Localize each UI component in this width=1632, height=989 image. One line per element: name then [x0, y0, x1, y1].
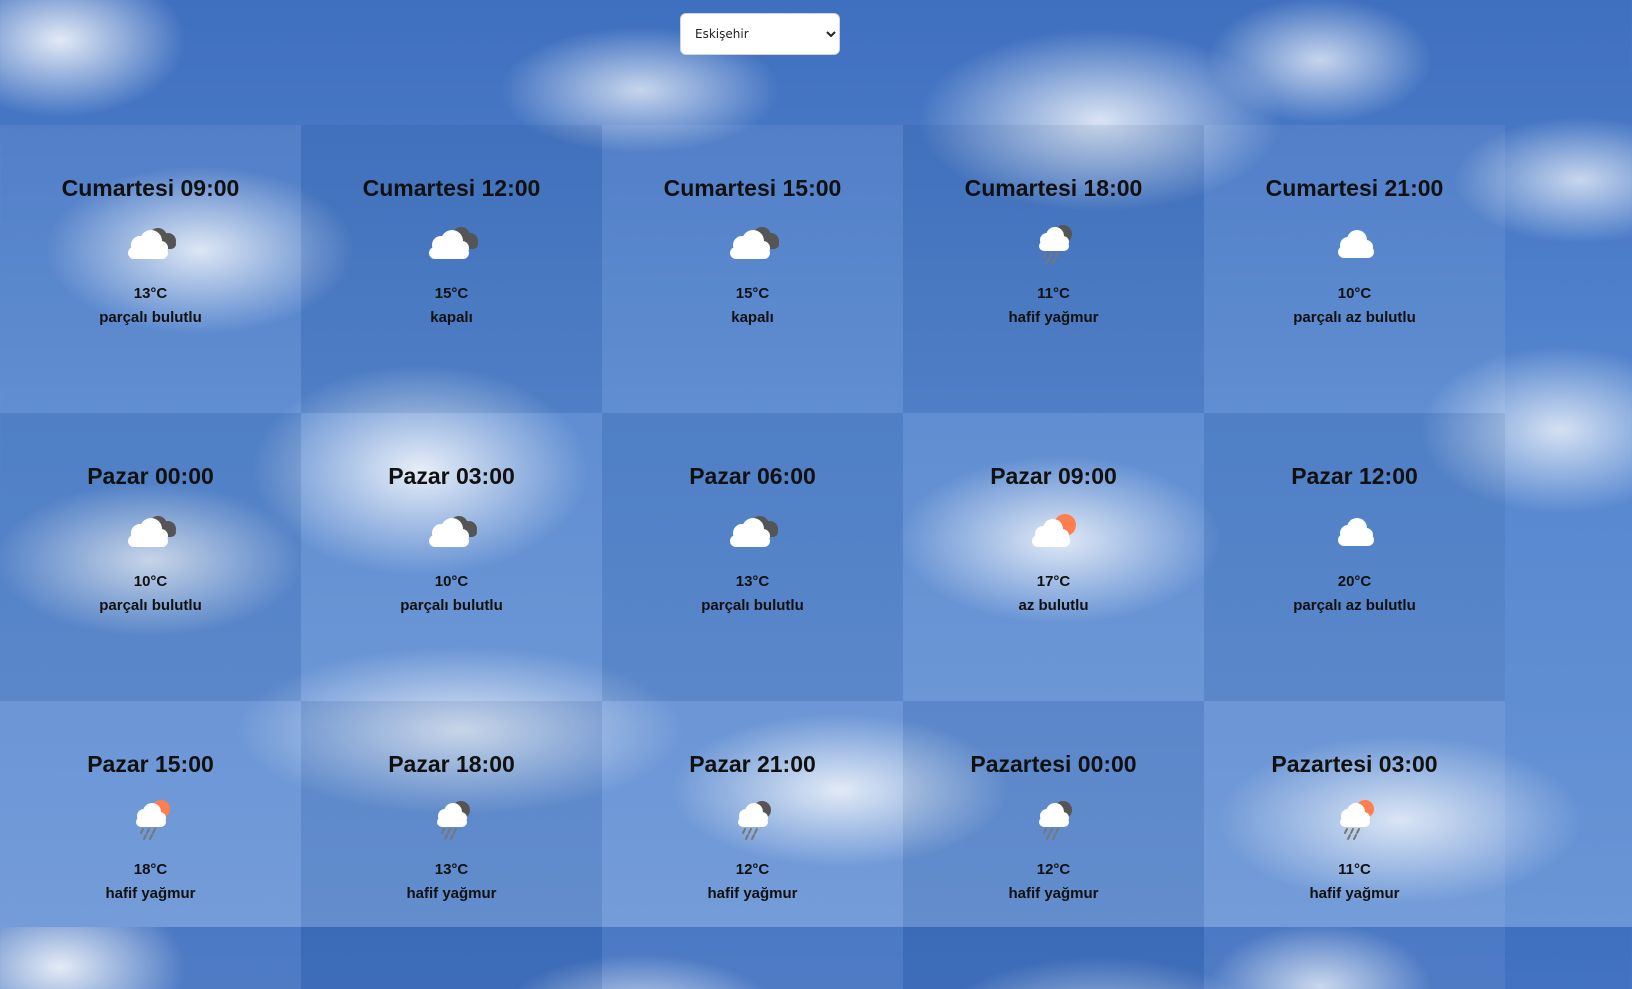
forecast-description: parçalı bulutlu	[701, 597, 804, 614]
forecast-grid: Cumartesi 09:00 13°C parçalı bulutlu Cumart…	[0, 0, 1632, 989]
forecast-time: Cumartesi 21:00	[1265, 175, 1444, 201]
forecast-card: Cumartesi 09:00 13°C parçalı bulutlu	[0, 125, 301, 413]
forecast-card: Cumartesi 18:00 11°C hafif yağmur	[903, 125, 1204, 413]
forecast-time: Pazar 21:00	[689, 751, 816, 777]
forecast-temperature: 13°C	[434, 861, 469, 878]
night-rain-icon	[724, 795, 782, 841]
forecast-temperature: 13°C	[133, 285, 168, 302]
forecast-temperature: 18°C	[133, 861, 168, 878]
forecast-card: Pazartesi 03:00 11°C hafif yağmur	[1204, 701, 1505, 989]
forecast-time: Pazar 15:00	[87, 751, 214, 777]
broken-clouds-icon	[423, 507, 481, 553]
day-rain-icon	[122, 795, 180, 841]
forecast-description: az bulutlu	[1018, 597, 1089, 614]
forecast-card: Pazar 06:00 13°C parçalı bulutlu	[602, 413, 903, 701]
forecast-card: Pazar 09:00 17°C az bulutlu	[903, 413, 1204, 701]
forecast-description: kapalı	[430, 309, 473, 326]
forecast-card: Cumartesi 21:00 10°C parçalı az bulutlu	[1204, 125, 1505, 413]
forecast-temperature: 17°C	[1036, 573, 1071, 590]
forecast-temperature: 10°C	[1337, 285, 1372, 302]
forecast-temperature: 10°C	[434, 573, 469, 590]
forecast-description: parçalı az bulutlu	[1293, 597, 1416, 614]
forecast-description: parçalı bulutlu	[99, 597, 202, 614]
forecast-temperature: 10°C	[133, 573, 168, 590]
forecast-time: Cumartesi 18:00	[964, 175, 1143, 201]
forecast-temperature: 11°C	[1338, 861, 1371, 878]
scattered-clouds-icon	[1326, 219, 1384, 265]
forecast-time: Cumartesi 15:00	[663, 175, 842, 201]
broken-clouds-icon	[724, 507, 782, 553]
forecast-description: hafif yağmur	[105, 885, 196, 902]
few-clouds-day-icon	[1025, 507, 1083, 553]
forecast-description: hafif yağmur	[707, 885, 798, 902]
night-rain-icon	[1025, 795, 1083, 841]
forecast-card: Pazar 00:00 10°C parçalı bulutlu	[0, 413, 301, 701]
overcast-clouds-icon	[724, 219, 782, 265]
forecast-description: kapalı	[731, 309, 774, 326]
forecast-temperature: 15°C	[434, 285, 469, 302]
forecast-description: parçalı bulutlu	[99, 309, 202, 326]
forecast-temperature: 11°C	[1037, 285, 1070, 302]
forecast-description: parçalı az bulutlu	[1293, 309, 1416, 326]
broken-clouds-icon	[122, 219, 180, 265]
forecast-time: Cumartesi 09:00	[61, 175, 240, 201]
forecast-time: Pazar 03:00	[388, 463, 515, 489]
overcast-clouds-icon	[423, 219, 481, 265]
forecast-temperature: 15°C	[735, 285, 770, 302]
forecast-temperature: 13°C	[735, 573, 770, 590]
forecast-description: hafif yağmur	[1008, 885, 1099, 902]
forecast-description: hafif yağmur	[406, 885, 497, 902]
forecast-card: Cumartesi 12:00 15°C kapalı	[301, 125, 602, 413]
forecast-description: parçalı bulutlu	[400, 597, 503, 614]
night-rain-icon	[423, 795, 481, 841]
forecast-card: Pazar 21:00 12°C hafif yağmur	[602, 701, 903, 989]
forecast-temperature: 20°C	[1337, 573, 1372, 590]
forecast-card: Pazar 18:00 13°C hafif yağmur	[301, 701, 602, 989]
forecast-time: Pazar 09:00	[990, 463, 1117, 489]
broken-clouds-icon	[122, 507, 180, 553]
forecast-card: Pazar 15:00 18°C hafif yağmur	[0, 701, 301, 989]
night-rain-icon	[1025, 219, 1083, 265]
forecast-temperature: 12°C	[1036, 861, 1071, 878]
forecast-time: Pazar 12:00	[1291, 463, 1418, 489]
forecast-description: hafif yağmur	[1008, 309, 1099, 326]
forecast-card: Pazartesi 00:00 12°C hafif yağmur	[903, 701, 1204, 989]
forecast-description: hafif yağmur	[1309, 885, 1400, 902]
forecast-time: Pazartesi 00:00	[970, 751, 1137, 777]
forecast-time: Pazar 00:00	[87, 463, 214, 489]
forecast-time: Pazar 06:00	[689, 463, 816, 489]
forecast-time: Pazartesi 03:00	[1271, 751, 1438, 777]
day-rain-icon	[1326, 795, 1384, 841]
forecast-card: Cumartesi 15:00 15°C kapalı	[602, 125, 903, 413]
scattered-clouds-icon	[1326, 507, 1384, 553]
forecast-card: Pazar 12:00 20°C parçalı az bulutlu	[1204, 413, 1505, 701]
forecast-time: Pazar 18:00	[388, 751, 515, 777]
forecast-time: Cumartesi 12:00	[362, 175, 541, 201]
forecast-temperature: 12°C	[735, 861, 770, 878]
forecast-card: Pazar 03:00 10°C parçalı bulutlu	[301, 413, 602, 701]
